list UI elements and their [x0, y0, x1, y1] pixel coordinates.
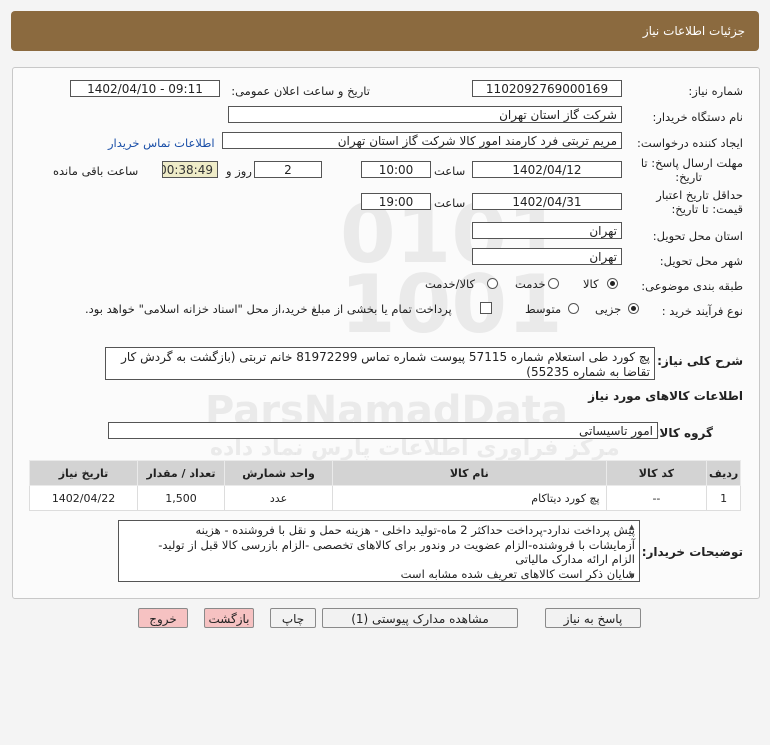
cell-name: پچ کورد دیتاکام [332, 485, 607, 511]
process-label: نوع فرآیند خرید : [661, 304, 743, 318]
reply-button[interactable]: پاسخ به نیاز [545, 608, 641, 628]
city-field: تهران [472, 248, 622, 265]
table-row: 1 -- پچ کورد دیتاکام عدد 1,500 1402/04/2… [28, 485, 741, 511]
process-option-minor: جزیی [595, 302, 622, 316]
process-radio-medium[interactable] [568, 303, 579, 314]
buyer-notes-line: الزام ارائه مدارک مالیاتی [515, 552, 635, 566]
deadline-time-label: ساعت [434, 164, 466, 178]
category-radio-service[interactable] [548, 278, 559, 289]
deadline-time-field: 10:00 [361, 161, 431, 178]
col-header-name: نام کالا [332, 460, 607, 486]
cell-code: -- [605, 485, 708, 511]
col-header-row: ردیف [706, 460, 741, 486]
creator-label: ایجاد کننده درخواست: [637, 136, 743, 150]
days-field: 2 [254, 161, 322, 178]
buyer-notes-line: پیش پرداخت ندارد-پرداخت حداکثر 2 ماه-تول… [195, 523, 635, 537]
buyer-notes-line: آزمایشات با فروشنده-الزام عضویت در وندور… [158, 537, 635, 552]
page-header: جزئیات اطلاعات نیاز [11, 11, 759, 51]
category-radio-goods[interactable] [607, 278, 618, 289]
cell-date: 1402/04/22 [28, 485, 139, 511]
category-label: طبقه بندی موضوعی: [641, 279, 743, 293]
days-label: روز و [226, 164, 252, 178]
goods-group-label: گروه کالا: [654, 426, 713, 440]
buyer-notes-label: توضیحات خریدار: [641, 545, 743, 559]
table-header-row: ردیف کد کالا نام کالا واحد شمارش تعداد /… [28, 460, 741, 486]
buyer-org-field: شرکت گاز استان تهران [228, 106, 622, 123]
process-option-medium: متوسط [525, 302, 562, 316]
validity-label-line1: حداقل تاریخ اعتبار [656, 188, 743, 202]
buyer-notes-line: شایان ذکر است کالاهای تعریف شده مشابه اس… [400, 566, 635, 581]
creator-field: مریم تربتی فرد کارمند امور کالا شرکت گاز… [222, 132, 622, 149]
category-option-goods-service: کالا/خدمت [425, 277, 476, 291]
category-option-service: خدمت [515, 277, 546, 291]
validity-time-label: ساعت [434, 196, 466, 210]
back-button[interactable]: بازگشت [204, 608, 254, 628]
validity-date-field: 1402/04/31 [472, 193, 622, 210]
need-number-label: شماره نیاز: [688, 84, 743, 98]
contact-buyer-link[interactable]: اطلاعات تماس خریدار [108, 136, 215, 150]
category-option-goods: کالا [583, 277, 599, 291]
items-table: ردیف کد کالا نام کالا واحد شمارش تعداد /… [28, 460, 741, 511]
process-radio-minor[interactable] [628, 303, 639, 314]
validity-label-line2: قیمت: تا تاریخ: [671, 202, 743, 216]
scroll-down-icon[interactable]: ▼ [629, 572, 634, 580]
exit-button[interactable]: خروج [138, 608, 188, 628]
col-header-qty: تعداد / مقدار [137, 460, 226, 486]
deadline-date-field: 1402/04/12 [472, 161, 622, 178]
scroll-up-icon[interactable]: ▲ [629, 523, 634, 531]
deadline-label-line2: تاریخ: [675, 170, 702, 184]
attachments-button[interactable]: مشاهده مدارک پیوستی (1) [322, 608, 518, 628]
cell-row: 1 [706, 485, 741, 511]
announce-field: 1402/04/10 - 09:11 [70, 80, 220, 97]
col-header-unit: واحد شمارش [224, 460, 333, 486]
col-header-code: کد کالا [605, 460, 708, 486]
treasury-checkbox[interactable] [480, 302, 492, 314]
general-desc-label: شرح کلی نیاز: [657, 354, 743, 368]
remaining-label: ساعت باقی مانده [53, 164, 139, 178]
page-title: جزئیات اطلاعات نیاز [642, 24, 745, 38]
province-field: تهران [472, 222, 622, 239]
general-desc-text: پچ کورد طی استعلام شماره 57115 پیوست شما… [105, 347, 655, 380]
city-label: شهر محل تحویل: [659, 254, 743, 268]
goods-section-title: اطلاعات کالاهای مورد نیاز [588, 389, 743, 403]
deadline-label-line1: مهلت ارسال پاسخ: تا [640, 156, 743, 170]
treasury-note: پرداخت تمام یا بخشی از مبلغ خرید،از محل … [85, 302, 452, 316]
print-button[interactable]: چاپ [270, 608, 316, 628]
province-label: استان محل تحویل: [652, 229, 743, 243]
buyer-notes-box[interactable]: پیش پرداخت ندارد-پرداخت حداکثر 2 ماه-تول… [118, 520, 640, 582]
announce-label: تاریخ و ساعت اعلان عمومی: [231, 84, 370, 98]
remaining-time-field: 00:38:49 [162, 161, 218, 178]
cell-qty: 1,500 [137, 485, 226, 511]
buyer-org-label: نام دستگاه خریدار: [652, 110, 743, 124]
cell-unit: عدد [224, 485, 333, 511]
col-header-date: تاریخ نیاز [28, 460, 139, 486]
goods-group-field: امور تاسیساتی [108, 422, 658, 439]
validity-time-field: 19:00 [361, 193, 431, 210]
category-radio-goods-service[interactable] [487, 278, 498, 289]
need-number-field: 1102092769000169 [472, 80, 622, 97]
